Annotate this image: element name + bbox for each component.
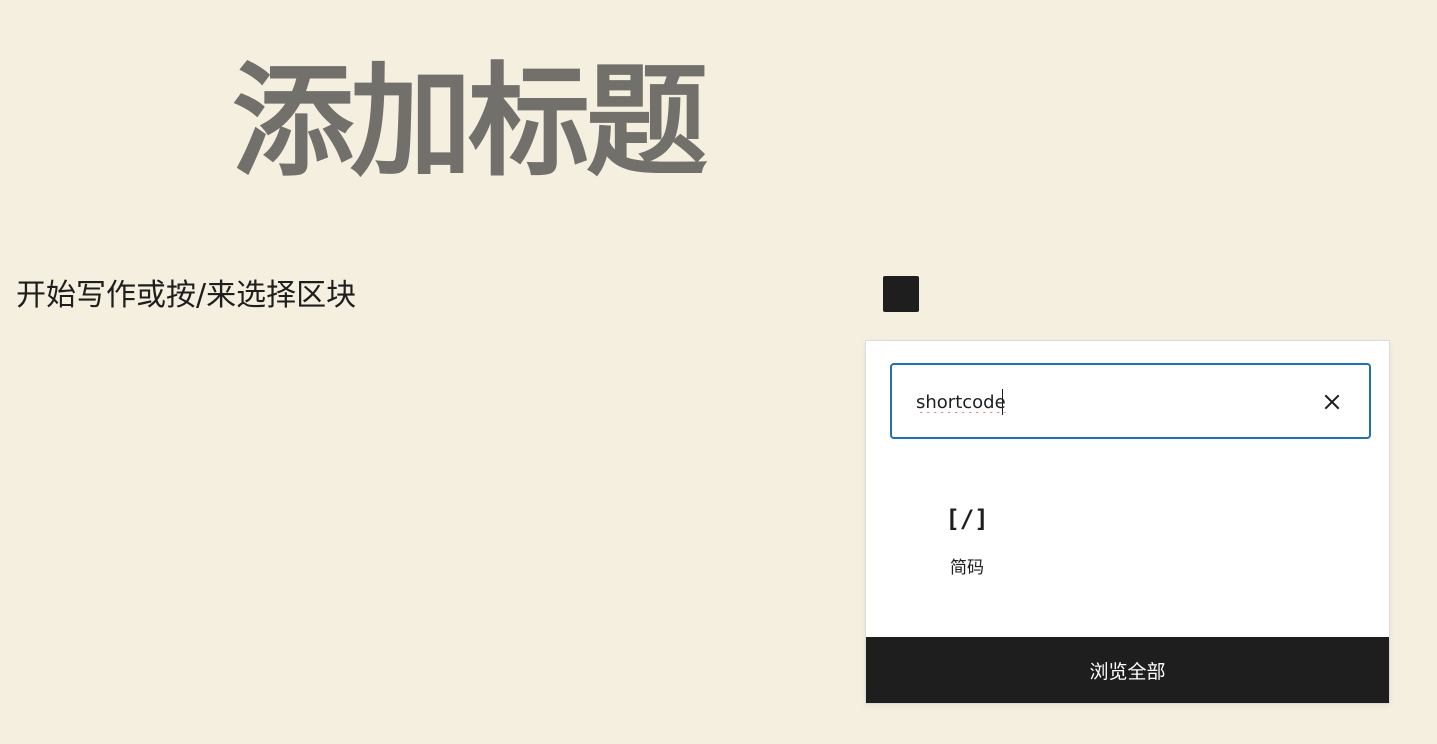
block-search-input[interactable] bbox=[916, 385, 1296, 419]
close-icon bbox=[1324, 394, 1340, 410]
clear-search-button[interactable] bbox=[1317, 387, 1347, 417]
post-title[interactable]: 添加标题 bbox=[232, 52, 708, 192]
shortcode-icon: [/] bbox=[945, 505, 989, 533]
paragraph-placeholder[interactable]: 开始写作或按/来选择区块 bbox=[16, 276, 356, 316]
block-inserter-toggle[interactable] bbox=[883, 276, 919, 312]
browse-all-button[interactable]: 浏览全部 bbox=[866, 637, 1389, 703]
block-inserter-popover: [/] 简码 浏览全部 bbox=[865, 340, 1390, 704]
block-result-label: 简码 bbox=[950, 558, 984, 578]
block-result-shortcode[interactable]: [/] 简码 bbox=[926, 499, 1008, 599]
editor-canvas: 添加标题 开始写作或按/来选择区块 [/] 简码 浏览全部 bbox=[0, 0, 1437, 744]
block-search-box bbox=[890, 363, 1371, 439]
text-caret bbox=[1002, 389, 1003, 415]
